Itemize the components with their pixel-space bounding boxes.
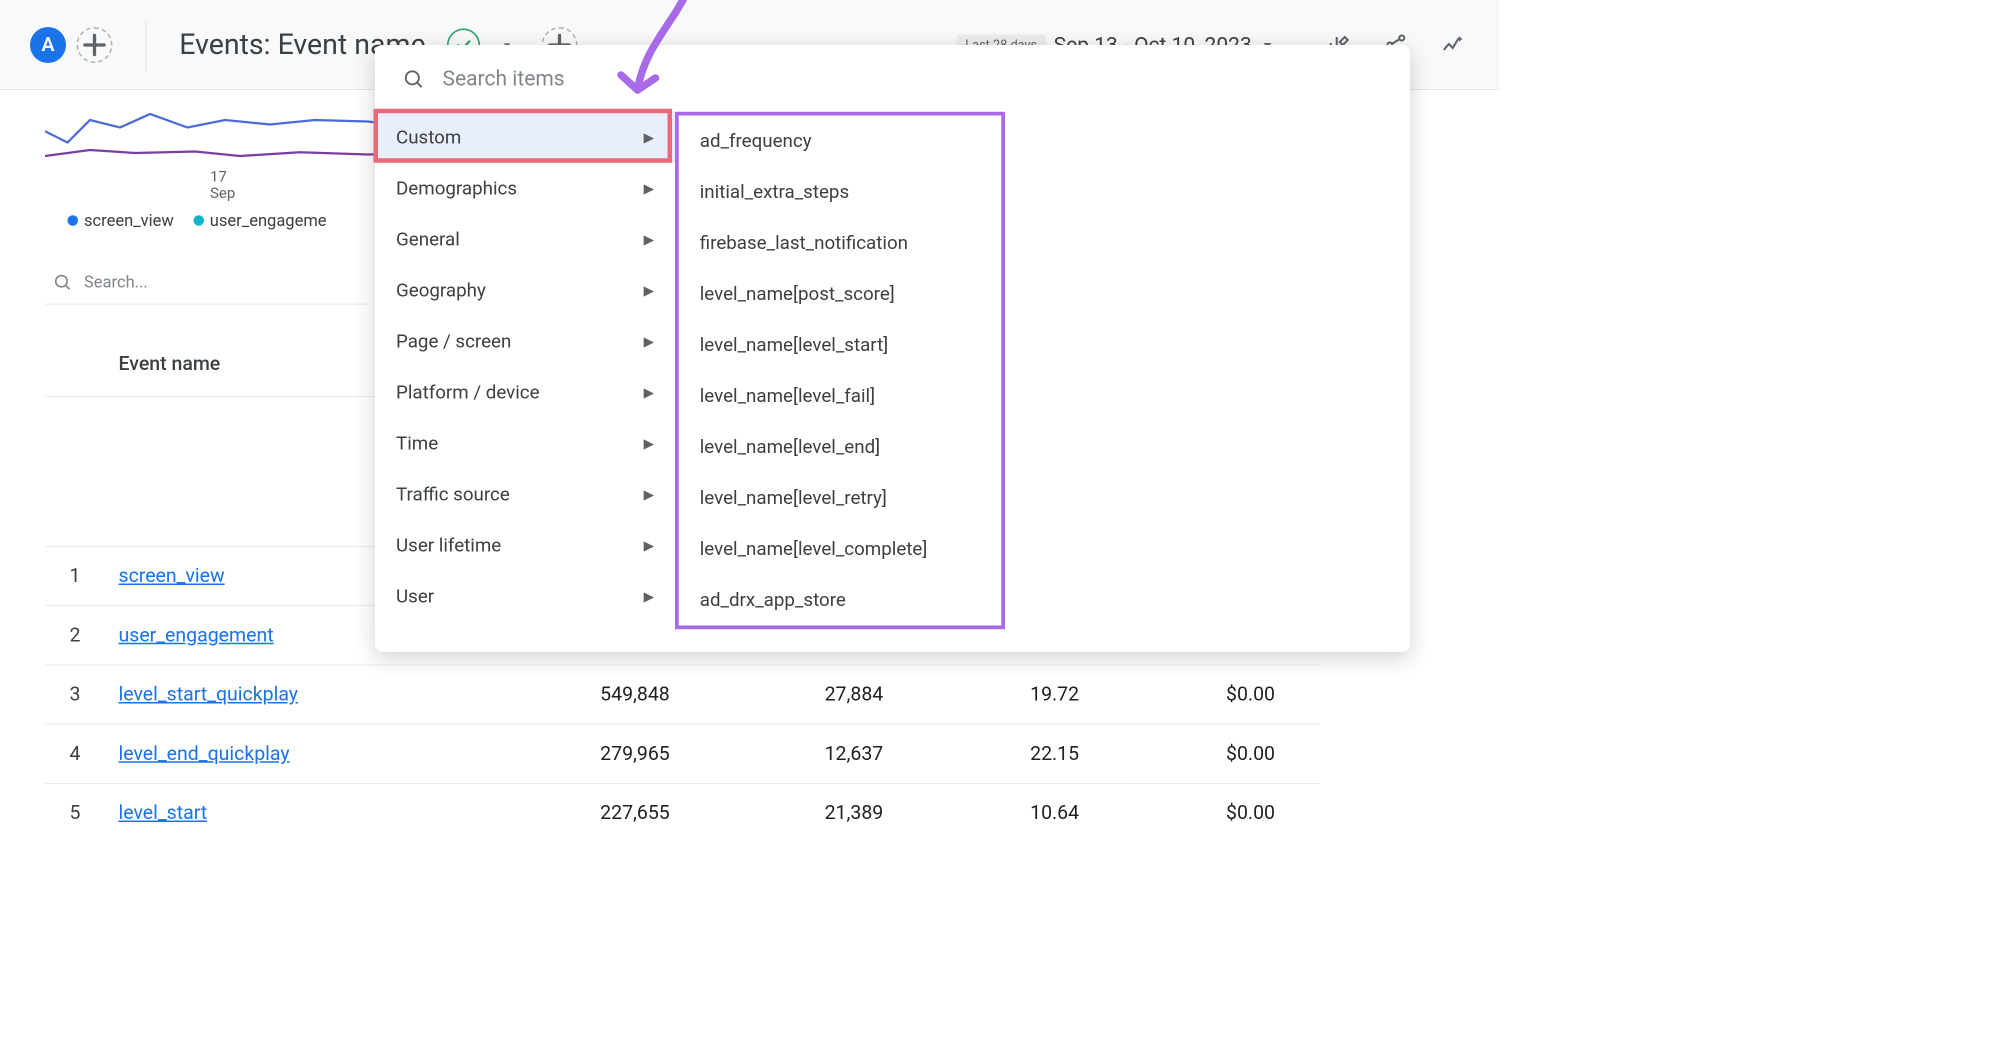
chevron-right-icon: ▶ (644, 282, 654, 298)
dimension-option[interactable]: ad_frequency (679, 116, 1002, 167)
dimension-option[interactable]: level_name[level_complete] (679, 524, 1002, 575)
chevron-right-icon: ▶ (644, 129, 654, 145)
insights-button[interactable] (1436, 28, 1469, 61)
chevron-right-icon: ▶ (644, 486, 654, 502)
chevron-right-icon: ▶ (644, 384, 654, 400)
search-icon (53, 272, 73, 292)
add-comparison-button[interactable] (77, 27, 113, 63)
chevron-right-icon: ▶ (644, 333, 654, 349)
category-demographics[interactable]: Demographics▶ (375, 163, 675, 214)
event-link[interactable]: level_start_quickplay (119, 683, 299, 706)
category-custom[interactable]: Custom▶ (375, 112, 675, 163)
user-avatar[interactable]: A (30, 27, 66, 63)
category-time[interactable]: Time▶ (375, 418, 675, 469)
sparkline-insights-icon (1441, 33, 1465, 57)
category-geography[interactable]: Geography▶ (375, 265, 675, 316)
legend-item[interactable]: user_engageme (193, 212, 326, 231)
chevron-right-icon: ▶ (644, 231, 654, 247)
category-platform-device[interactable]: Platform / device▶ (375, 367, 675, 418)
dimension-option[interactable]: ad_drx_app_store (679, 575, 1002, 626)
divider (146, 18, 147, 71)
category-user[interactable]: User▶ (375, 571, 675, 622)
event-link[interactable]: user_engagement (119, 624, 274, 647)
table-search[interactable]: Search... (45, 260, 368, 304)
chevron-right-icon: ▶ (644, 588, 654, 604)
category-list: Custom▶ Demographics▶ General▶ Geography… (375, 112, 675, 630)
category-traffic-source[interactable]: Traffic source▶ (375, 469, 675, 520)
dimension-option[interactable]: level_name[level_start] (679, 320, 1002, 371)
dimension-option[interactable]: level_name[level_retry] (679, 473, 1002, 524)
legend-item[interactable]: screen_view (68, 212, 174, 231)
table-search-placeholder: Search... (84, 273, 148, 292)
subdimension-list: ad_frequency initial_extra_steps firebas… (675, 112, 1005, 630)
category-user-lifetime[interactable]: User lifetime▶ (375, 520, 675, 571)
dimension-option[interactable]: level_name[post_score] (679, 269, 1002, 320)
legend-dot-icon (68, 215, 79, 226)
dimension-option[interactable]: firebase_last_notification (679, 218, 1002, 269)
plus-icon (78, 28, 111, 61)
popover-search[interactable]: Search items (375, 45, 1410, 112)
event-link[interactable]: screen_view (119, 565, 225, 588)
popover-search-placeholder: Search items (443, 66, 565, 91)
chevron-right-icon: ▶ (644, 537, 654, 553)
event-link[interactable]: level_end_quickplay (119, 743, 290, 766)
chevron-right-icon: ▶ (644, 180, 654, 196)
event-link[interactable]: level_start (119, 802, 208, 825)
dimension-option[interactable]: initial_extra_steps (679, 167, 1002, 218)
legend-dot-icon (193, 215, 204, 226)
search-icon (402, 67, 425, 90)
table-row: 4 level_end_quickplay 279,965 12,637 22.… (45, 724, 1320, 783)
chevron-right-icon: ▶ (644, 435, 654, 451)
table-row: 5 level_start 227,655 21,389 10.64 $0.00 (45, 783, 1320, 842)
dimension-option[interactable]: level_name[level_fail] (679, 371, 1002, 422)
table-row: 3 level_start_quickplay 549,848 27,884 1… (45, 665, 1320, 724)
dimension-picker-popover: Search items Custom▶ Demographics▶ Gener… (375, 45, 1410, 652)
dimension-option[interactable]: level_name[level_end] (679, 422, 1002, 473)
category-page-screen[interactable]: Page / screen▶ (375, 316, 675, 367)
category-general[interactable]: General▶ (375, 214, 675, 265)
